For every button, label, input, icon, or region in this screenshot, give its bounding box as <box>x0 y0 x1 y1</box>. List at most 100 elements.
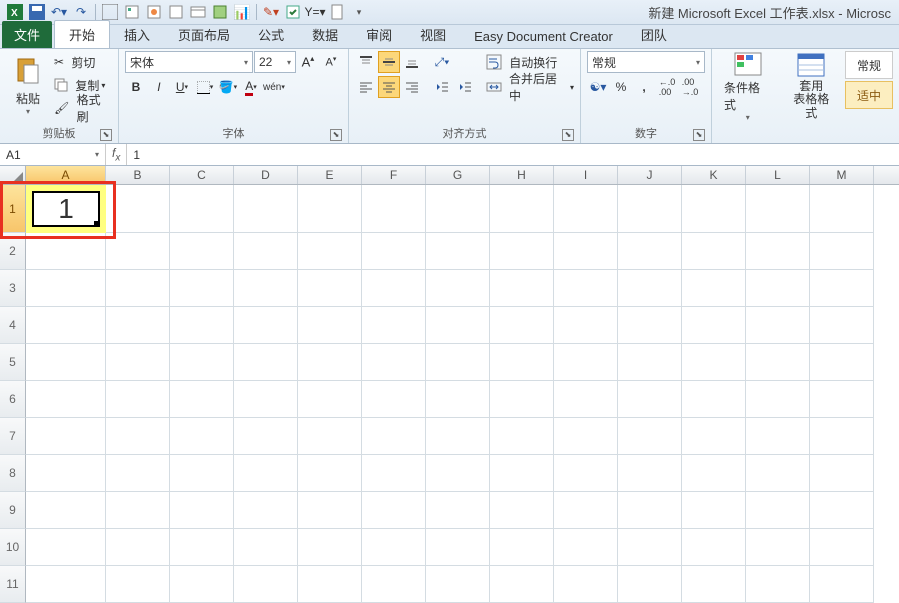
cell[interactable] <box>170 455 234 492</box>
cell[interactable] <box>746 270 810 307</box>
cell[interactable] <box>362 381 426 418</box>
increase-decimal-icon[interactable]: ←.0.00 <box>656 76 678 98</box>
cell[interactable] <box>362 455 426 492</box>
cell[interactable] <box>106 492 170 529</box>
tab-home[interactable]: 开始 <box>54 20 110 48</box>
cell[interactable] <box>106 455 170 492</box>
comma-icon[interactable]: , <box>633 76 655 98</box>
number-format-combo[interactable]: 常规▾ <box>587 51 705 73</box>
align-middle-icon[interactable] <box>378 51 400 73</box>
cell[interactable] <box>426 307 490 344</box>
cell[interactable] <box>362 307 426 344</box>
tab-view[interactable]: 视图 <box>406 21 460 48</box>
cell[interactable] <box>362 185 426 233</box>
row-header-2[interactable]: 2 <box>0 233 26 270</box>
cell[interactable] <box>426 455 490 492</box>
cell[interactable] <box>746 344 810 381</box>
cell[interactable] <box>490 566 554 603</box>
cell[interactable] <box>554 344 618 381</box>
cell[interactable] <box>618 233 682 270</box>
font-launcher-icon[interactable]: ⬊ <box>330 129 342 141</box>
tab-data[interactable]: 数据 <box>298 21 352 48</box>
cell[interactable] <box>26 566 106 603</box>
formula-input[interactable]: 1 <box>127 144 899 165</box>
col-header-a[interactable]: A <box>26 166 106 184</box>
tab-easy-doc[interactable]: Easy Document Creator <box>460 25 627 48</box>
italic-button[interactable]: I <box>148 76 170 98</box>
cell[interactable] <box>170 418 234 455</box>
col-header-j[interactable]: J <box>618 166 682 184</box>
align-right-icon[interactable] <box>401 76 423 98</box>
cell[interactable] <box>362 233 426 270</box>
cell[interactable] <box>810 455 874 492</box>
cell[interactable] <box>362 566 426 603</box>
increase-font-icon[interactable]: A▴ <box>297 51 319 73</box>
cell[interactable] <box>810 233 874 270</box>
tab-team[interactable]: 团队 <box>627 21 681 48</box>
align-center-icon[interactable] <box>378 76 400 98</box>
cell[interactable] <box>26 233 106 270</box>
cell[interactable] <box>234 270 298 307</box>
row-header-1[interactable]: 1 <box>0 185 26 233</box>
tab-page-layout[interactable]: 页面布局 <box>164 21 244 48</box>
filter-icon[interactable]: Y=▾ <box>305 2 325 22</box>
col-header-h[interactable]: H <box>490 166 554 184</box>
col-header-k[interactable]: K <box>682 166 746 184</box>
row-header-7[interactable]: 7 <box>0 418 26 455</box>
cell[interactable] <box>810 185 874 233</box>
cell[interactable] <box>426 270 490 307</box>
row-header-3[interactable]: 3 <box>0 270 26 307</box>
cell[interactable] <box>554 307 618 344</box>
cell[interactable] <box>362 418 426 455</box>
cell[interactable] <box>618 492 682 529</box>
cell[interactable] <box>298 418 362 455</box>
cell[interactable] <box>298 307 362 344</box>
cell[interactable] <box>746 185 810 233</box>
cell[interactable] <box>106 270 170 307</box>
row-header-9[interactable]: 9 <box>0 492 26 529</box>
cell[interactable] <box>682 566 746 603</box>
col-header-b[interactable]: B <box>106 166 170 184</box>
number-launcher-icon[interactable]: ⬊ <box>693 129 705 141</box>
cell[interactable] <box>810 270 874 307</box>
cell[interactable] <box>298 455 362 492</box>
col-header-g[interactable]: G <box>426 166 490 184</box>
align-top-icon[interactable] <box>355 51 377 73</box>
cell[interactable] <box>618 566 682 603</box>
cell[interactable] <box>682 381 746 418</box>
cell[interactable] <box>682 492 746 529</box>
col-header-d[interactable]: D <box>234 166 298 184</box>
underline-button[interactable]: U▾ <box>171 76 193 98</box>
cell[interactable] <box>170 307 234 344</box>
cell[interactable] <box>746 492 810 529</box>
align-launcher-icon[interactable]: ⬊ <box>562 129 574 141</box>
cell[interactable] <box>170 270 234 307</box>
cell[interactable] <box>490 381 554 418</box>
cell[interactable] <box>490 233 554 270</box>
cell[interactable] <box>618 307 682 344</box>
cell[interactable] <box>682 185 746 233</box>
cell[interactable] <box>234 233 298 270</box>
qat-btn-5[interactable] <box>188 2 208 22</box>
cell[interactable] <box>746 455 810 492</box>
cell[interactable] <box>298 529 362 566</box>
cell[interactable] <box>810 381 874 418</box>
cell[interactable] <box>426 492 490 529</box>
cell[interactable] <box>106 381 170 418</box>
cell[interactable] <box>426 233 490 270</box>
cell[interactable] <box>682 529 746 566</box>
fx-icon[interactable]: fx <box>112 146 120 163</box>
excel-icon[interactable]: X <box>5 2 25 22</box>
col-header-c[interactable]: C <box>170 166 234 184</box>
merge-center-button[interactable]: 合并后居中▾ <box>486 76 574 98</box>
cell[interactable] <box>26 270 106 307</box>
cell[interactable] <box>554 418 618 455</box>
cell[interactable] <box>26 307 106 344</box>
undo-icon[interactable]: ↶▾ <box>49 2 69 22</box>
cell[interactable] <box>170 381 234 418</box>
cell[interactable] <box>682 418 746 455</box>
orientation-icon[interactable]: ⤢▾ <box>431 51 453 73</box>
cell[interactable] <box>746 418 810 455</box>
cell[interactable] <box>746 566 810 603</box>
cell[interactable] <box>618 455 682 492</box>
